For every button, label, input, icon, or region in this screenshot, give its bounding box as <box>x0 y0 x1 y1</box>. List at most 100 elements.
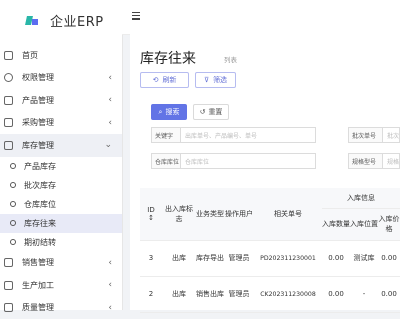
sidebar-nav: 首页 权限管理 ‹ 产品管理 ‹ 采购管理 ‹ 库存管理 ⌄ 产品库存 <box>0 44 122 319</box>
cell-inbound-price: 0.00 <box>378 240 400 276</box>
sidebar-subitem-warehouse-location[interactable]: 仓库库位 <box>0 195 122 214</box>
chevron-left-icon: ‹ <box>108 73 112 83</box>
search-icon: ⌕ <box>159 108 163 117</box>
refresh-icon: ⟲ <box>153 76 159 84</box>
cell-operator: 管理员 <box>224 240 254 276</box>
refresh-button[interactable]: ⟲ 刷新 <box>140 72 189 88</box>
filter-icon: ⊽ <box>204 76 209 84</box>
cart-icon <box>4 118 13 127</box>
table-row[interactable]: 3 出库 库存导出 管理员 PD202311230001 0.00 测试库 0.… <box>140 240 400 276</box>
sidebar-item-label: 库存管理 <box>22 140 104 151</box>
sidebar-subitem-label: 库存往来 <box>24 218 56 229</box>
col-header-operator: 操作用户 <box>224 188 254 240</box>
cell-direction: 出库 <box>162 240 196 276</box>
logo-icon <box>26 16 38 25</box>
sidebar-subitem-label: 仓库库位 <box>24 199 56 210</box>
reset-label: 重置 <box>208 107 222 117</box>
filter-label-keyword: 关键字 <box>151 127 181 143</box>
quality-icon <box>4 303 13 312</box>
sidebar-subitem-label: 产品库存 <box>24 161 56 172</box>
top-bar <box>122 0 400 35</box>
chevron-left-icon: ‹ <box>108 258 112 268</box>
col-header-direction: 出入库标志 <box>162 188 196 240</box>
cell-inbound-location: 测试库 <box>350 240 378 276</box>
cell-inbound-qty: 0.00 <box>322 276 350 312</box>
box-icon <box>4 96 13 105</box>
page-title: 库存往来 <box>140 48 196 68</box>
sidebar-item-purchase[interactable]: 采购管理 ‹ <box>0 112 122 135</box>
circle-icon <box>10 220 16 226</box>
gear-icon <box>4 73 13 82</box>
brand[interactable]: 企业ERP <box>0 0 122 40</box>
cell-direction: 出库 <box>162 276 196 312</box>
sidebar: 企业ERP 首页 权限管理 ‹ 产品管理 ‹ 采购管理 ‹ 库存管理 ⌄ <box>0 0 123 310</box>
sidebar-subitem-product-stock[interactable]: 产品库存 <box>0 157 122 176</box>
cell-business-type: 销售出库 <box>196 276 224 312</box>
sidebar-subitem-stock-transactions[interactable]: 库存往来 <box>0 214 122 233</box>
circle-icon <box>10 163 16 169</box>
filter-button[interactable]: ⊽ 筛选 <box>195 72 236 88</box>
cell-id: 3 <box>140 240 162 276</box>
col-header-inbound-qty: 入库数量 <box>322 208 350 240</box>
filter-label: 筛选 <box>213 75 227 85</box>
main-content: 库存往来 列表 ⟲ 刷新 ⊽ 筛选 ⌕ 搜索 ↺ 重置 关键字 出库单号、产品编… <box>130 34 400 310</box>
chevron-left-icon: ‹ <box>108 303 112 313</box>
cell-business-type: 库存导出 <box>196 240 224 276</box>
sidebar-item-label: 权限管理 <box>22 72 108 83</box>
home-icon <box>4 51 13 60</box>
chevron-left-icon: ‹ <box>108 280 112 290</box>
search-button[interactable]: ⌕ 搜索 <box>151 104 187 120</box>
sidebar-subitem-label: 批次库存 <box>24 180 56 191</box>
col-group-inbound-info: 入库信息 <box>322 188 400 208</box>
sidebar-item-inventory[interactable]: 库存管理 ⌄ <box>0 134 122 157</box>
sidebar-item-product[interactable]: 产品管理 ‹ <box>0 89 122 112</box>
search-label: 搜索 <box>165 107 179 117</box>
sidebar-subitem-period-carryover[interactable]: 期初结转 <box>0 233 122 252</box>
cell-inbound-qty: 0.00 <box>322 240 350 276</box>
sidebar-item-label: 产品管理 <box>22 95 108 106</box>
table-row[interactable]: 2 出库 销售出库 管理员 CK202311230008 0.00 - 0.00 <box>140 276 400 312</box>
app-title: 企业ERP <box>50 11 104 30</box>
chevron-down-icon: ⌄ <box>104 140 112 150</box>
cell-related-no: PD202311230001 <box>254 240 322 276</box>
reset-button[interactable]: ↺ 重置 <box>193 104 229 120</box>
reset-icon: ↺ <box>200 108 206 116</box>
sidebar-item-label: 首页 <box>22 50 112 61</box>
spec-input[interactable]: 规格 <box>383 153 400 169</box>
hamburger-icon[interactable] <box>132 12 140 22</box>
sales-icon <box>4 258 13 267</box>
location-input[interactable]: 仓库库位 <box>181 153 316 169</box>
col-header-inbound-location: 入库位置 <box>350 208 378 240</box>
factory-icon <box>4 281 13 290</box>
sidebar-item-permission[interactable]: 权限管理 ‹ <box>0 67 122 90</box>
sidebar-item-production[interactable]: 生产加工 ‹ <box>0 274 122 297</box>
refresh-label: 刷新 <box>162 75 176 85</box>
filter-label-location: 仓库库位 <box>151 153 181 169</box>
sidebar-item-label: 销售管理 <box>22 257 108 268</box>
col-header-related-no: 相关单号 <box>254 188 322 240</box>
transactions-table: ID↕ 出入库标志 业务类型 操作用户 相关单号 入库信息 入库数量 入库位置 … <box>140 188 400 313</box>
cell-id: 2 <box>140 276 162 312</box>
sidebar-item-quality[interactable]: 质量管理 ‹ <box>0 297 122 319</box>
col-header-id[interactable]: ID↕ <box>140 188 162 240</box>
warehouse-icon <box>4 141 13 150</box>
sidebar-subitem-label: 期初结转 <box>24 237 56 248</box>
page-subtitle: 列表 <box>224 54 237 64</box>
sidebar-item-label: 生产加工 <box>22 280 108 291</box>
filter-label-batch: 批次单号 <box>348 127 383 143</box>
filter-label-spec: 规格型号 <box>348 153 383 169</box>
cell-operator: 管理员 <box>224 276 254 312</box>
keyword-input[interactable]: 出库单号、产品编号、单号 <box>181 127 316 143</box>
cell-inbound-location: - <box>350 276 378 312</box>
chevron-left-icon: ‹ <box>108 118 112 128</box>
chevron-left-icon: ‹ <box>108 95 112 105</box>
sidebar-subitem-batch-stock[interactable]: 批次库存 <box>0 176 122 195</box>
sidebar-item-sales[interactable]: 销售管理 ‹ <box>0 252 122 275</box>
sidebar-item-label: 采购管理 <box>22 117 108 128</box>
circle-icon <box>10 239 16 245</box>
sidebar-item-home[interactable]: 首页 <box>0 44 122 67</box>
cell-related-no: CK202311230008 <box>254 276 322 312</box>
batch-input[interactable]: 批次 <box>383 127 400 143</box>
col-header-business-type: 业务类型 <box>196 188 224 240</box>
circle-icon <box>10 182 16 188</box>
